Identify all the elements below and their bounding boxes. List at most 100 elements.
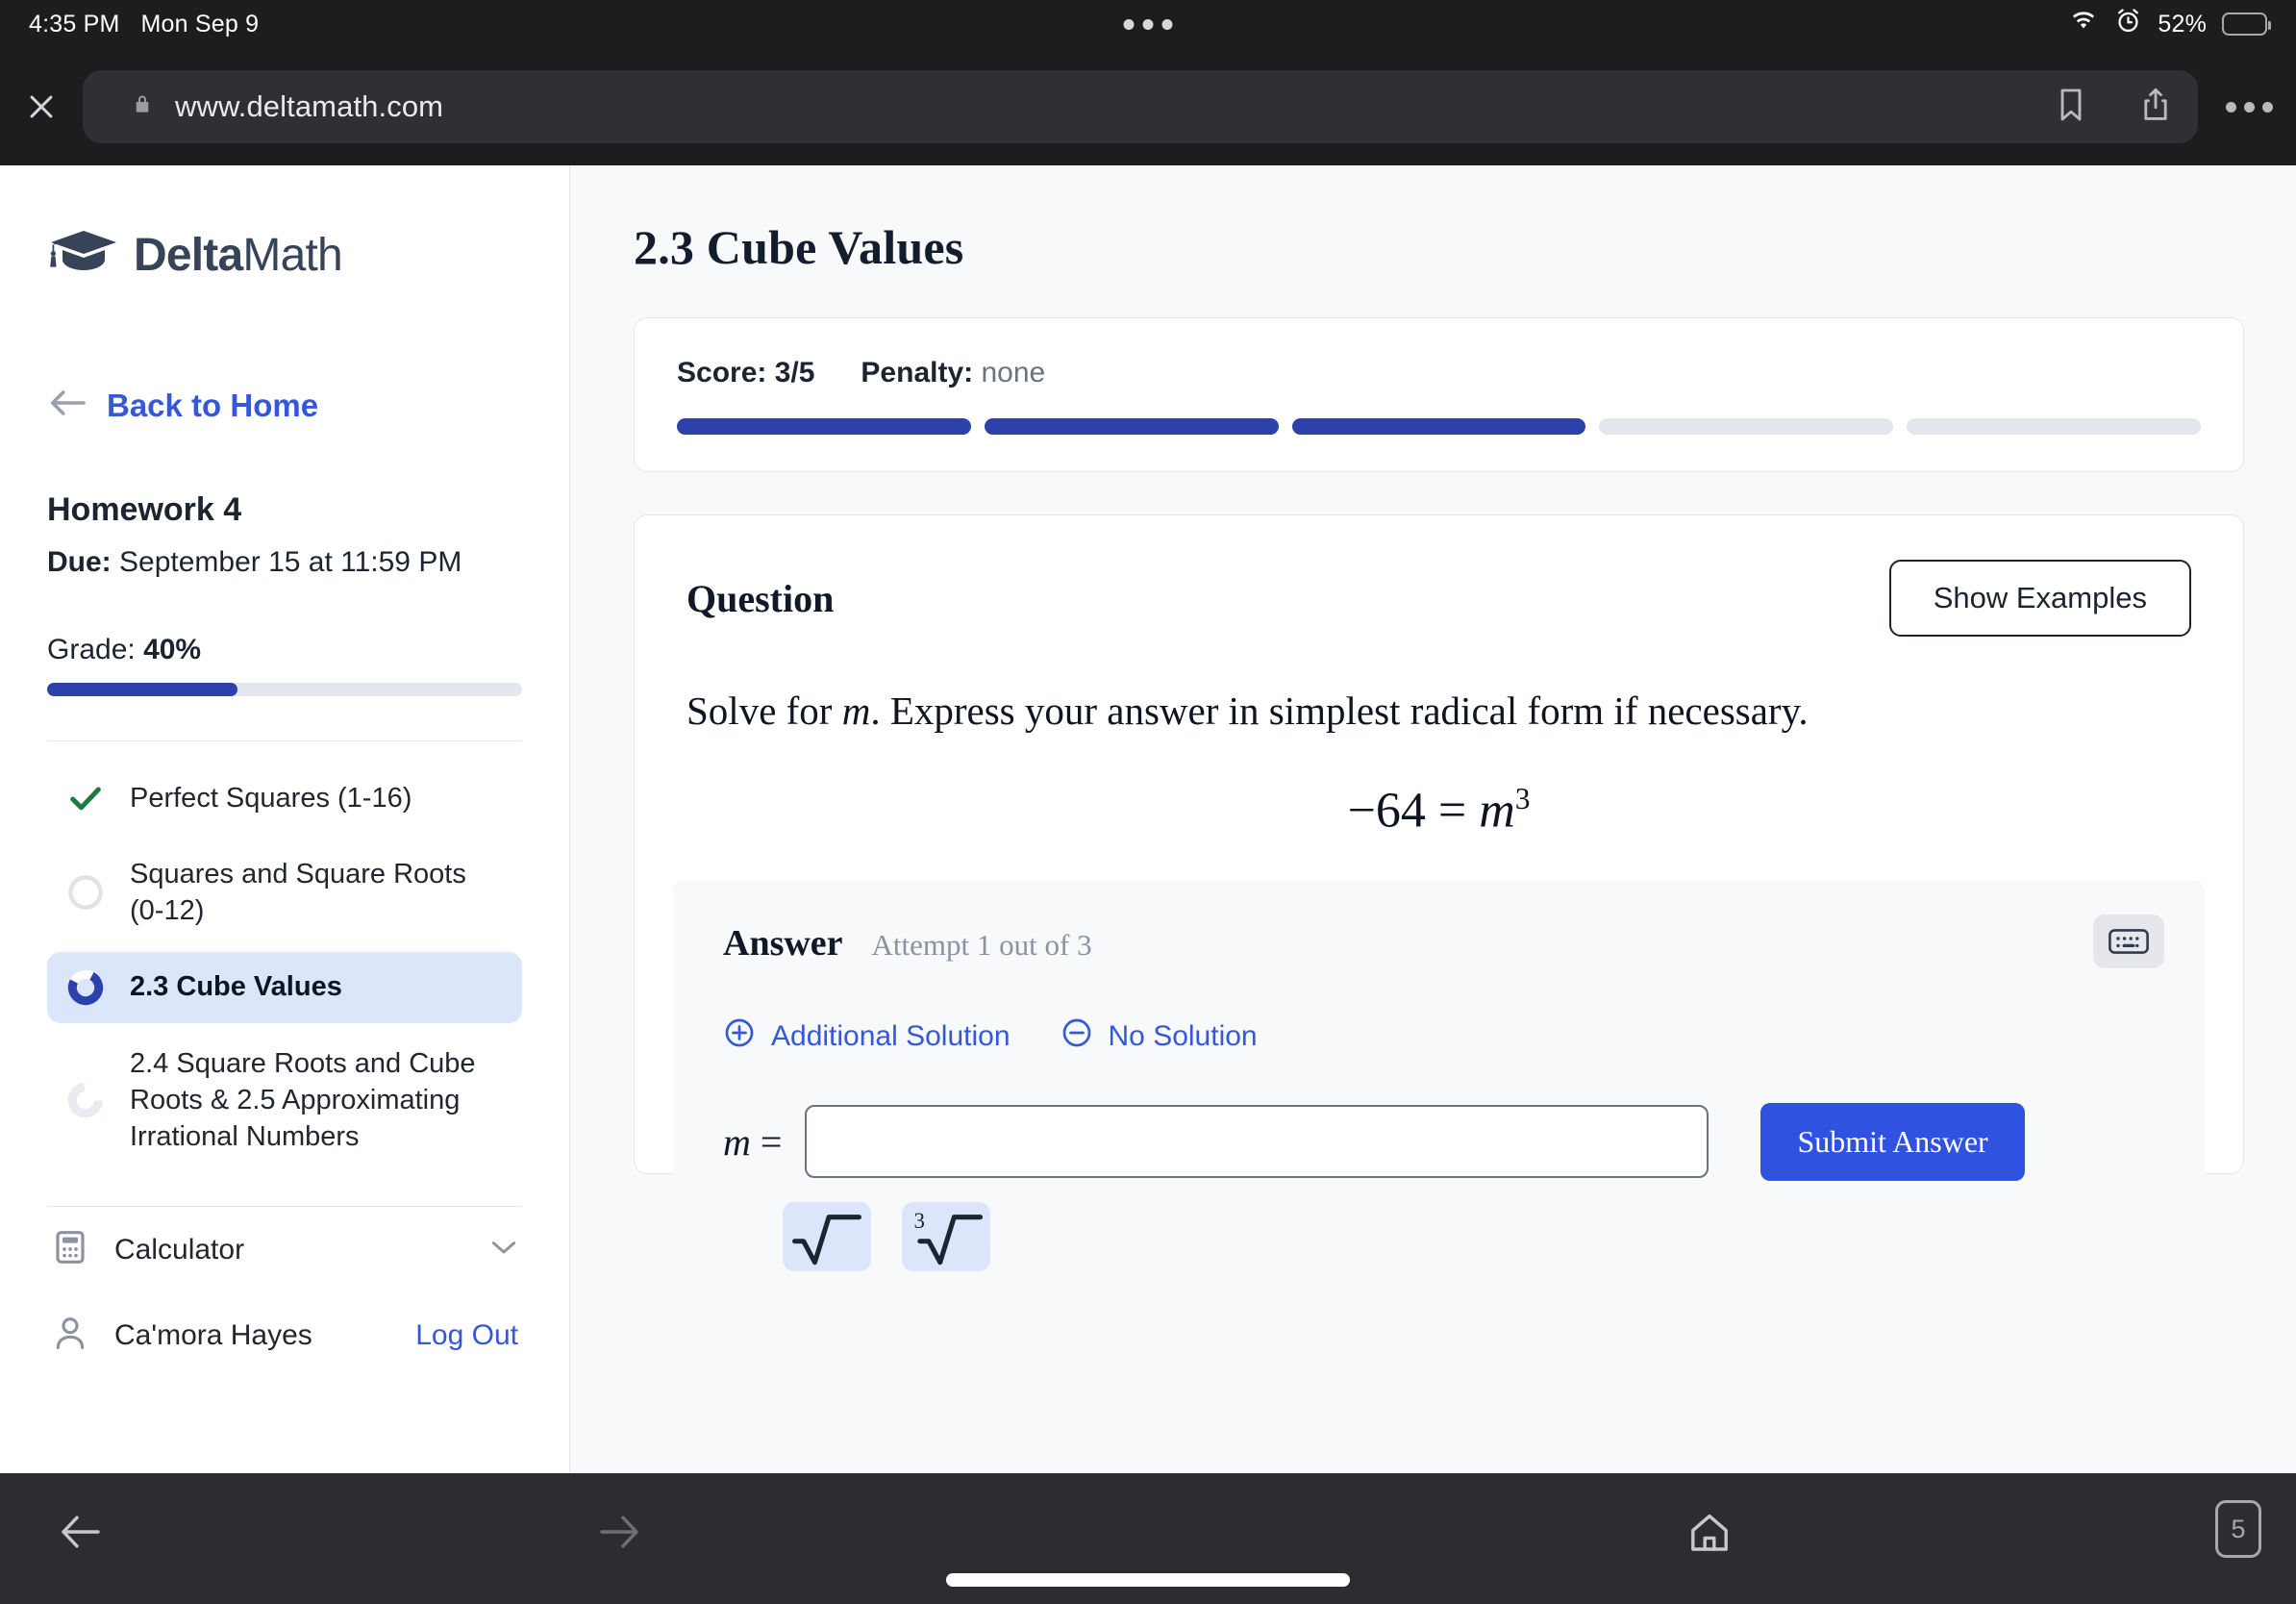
user-icon	[51, 1314, 89, 1357]
sidebar-item-perfect-squares[interactable]: Perfect Squares (1-16)	[47, 763, 522, 834]
minus-circle-icon	[1061, 1016, 1093, 1057]
logout-link[interactable]: Log Out	[415, 1319, 518, 1352]
dot	[1123, 18, 1135, 30]
equation-left: −64 =	[1347, 783, 1480, 839]
lock-icon	[131, 92, 154, 121]
sidebar: DeltaMath Back to Home Homework 4 Due: S…	[0, 165, 570, 1473]
svg-text:3: 3	[914, 1209, 926, 1233]
status-bar-right: 52%	[2068, 7, 2271, 41]
score-row: Score: 3/5 Penalty: none	[677, 357, 2201, 389]
empty-circle-icon	[64, 873, 107, 912]
ios-status-bar: 4:35 PM Mon Sep 9 52%	[0, 0, 2296, 48]
wifi-icon	[2068, 10, 2099, 39]
penalty-text: Penalty: none	[861, 357, 1045, 389]
answer-panel: Answer Attempt 1 out of 3 Additional Sol…	[673, 879, 2205, 1310]
cube-root-button[interactable]: 3	[902, 1201, 990, 1271]
dot	[1161, 18, 1173, 30]
question-equation: −64 = m3	[686, 782, 2191, 839]
multitask-dots[interactable]	[1123, 18, 1173, 30]
more-options-icon[interactable]	[2215, 70, 2283, 143]
tab-count-button[interactable]: 5	[2215, 1500, 2261, 1558]
alarm-clock-icon	[2114, 7, 2142, 41]
dot	[2243, 101, 2255, 113]
status-date: Mon Sep 9	[140, 10, 260, 38]
sidebar-divider	[47, 740, 522, 741]
close-icon[interactable]	[12, 77, 71, 137]
answer-input[interactable]	[805, 1105, 1710, 1179]
no-solution-label: No Solution	[1108, 1019, 1258, 1052]
prompt-before: Solve for	[686, 689, 842, 733]
plus-circle-icon	[723, 1016, 756, 1057]
radical-buttons-row: 3	[783, 1201, 2155, 1271]
question-header: Question Show Examples	[686, 560, 2191, 637]
sidebar-item-square-cube-roots[interactable]: 2.4 Square Roots and Cube Roots & 2.5 Ap…	[47, 1029, 522, 1172]
show-examples-button[interactable]: Show Examples	[1888, 560, 2191, 637]
deltamath-logo[interactable]: DeltaMath	[47, 225, 522, 286]
url-text: www.deltamath.com	[175, 89, 444, 123]
progress-segment	[984, 418, 1279, 435]
homework-title: Homework 4	[47, 491, 242, 528]
home-icon[interactable]	[1652, 1498, 1767, 1566]
logo-math: Math	[242, 230, 342, 281]
sidebar-item-label: Squares and Square Roots (0-12)	[130, 859, 466, 927]
battery-icon	[2222, 13, 2271, 36]
sidebar-item-label: Perfect Squares (1-16)	[130, 782, 412, 814]
user-row: Ca'mora Hayes Log Out	[47, 1292, 522, 1378]
homework-due: Due: September 15 at 11:59 PM	[47, 546, 522, 579]
square-root-button[interactable]	[783, 1201, 871, 1271]
main-content: 2.3 Cube Values Score: 3/5 Penalty: none…	[570, 165, 2296, 1473]
logo-text: DeltaMath	[134, 229, 343, 282]
status-time: 4:35 PM	[29, 10, 120, 38]
grade-text: Grade: 40%	[47, 634, 522, 666]
prompt-variable: m	[841, 689, 871, 733]
calculator-label: Calculator	[114, 1233, 245, 1266]
grade-label: Grade:	[47, 634, 144, 665]
nav-forward-button[interactable]	[562, 1498, 677, 1566]
calculator-icon	[51, 1228, 89, 1271]
back-to-home-link[interactable]: Back to Home	[47, 387, 522, 424]
grade-value: 40%	[143, 634, 202, 665]
progress-segment	[677, 418, 971, 435]
sidebar-item-label: 2.3 Cube Values	[130, 971, 342, 1003]
equation-variable: m	[1479, 783, 1515, 839]
submit-answer-button[interactable]: Submit Answer	[1760, 1102, 2025, 1181]
attempt-text: Attempt 1 out of 3	[871, 927, 1092, 962]
address-bar-actions	[2054, 85, 2173, 130]
browser-bottom-bar: 5	[0, 1473, 2296, 1604]
no-solution-button[interactable]: No Solution	[1061, 1016, 1258, 1057]
sidebar-item-squares-square-roots[interactable]: Squares and Square Roots (0-12)	[47, 840, 522, 946]
answer-heading: Answer	[723, 922, 843, 964]
progress-segment	[1907, 418, 2201, 435]
sidebar-item-cube-values[interactable]: 2.3 Cube Values	[47, 951, 522, 1023]
score-text: Score: 3/5	[677, 357, 815, 388]
solution-options-row: Additional Solution No Solution	[723, 1016, 2155, 1057]
answer-input-row: m = Submit Answer	[723, 1102, 2155, 1181]
additional-solution-label: Additional Solution	[771, 1019, 1011, 1052]
answer-header: Answer Attempt 1 out of 3	[723, 922, 2155, 965]
back-to-home-label: Back to Home	[107, 387, 319, 423]
check-icon	[64, 779, 107, 817]
chevron-down-icon[interactable]	[489, 1238, 518, 1262]
question-card: Question Show Examples Solve for m. Expr…	[634, 514, 2244, 1310]
dot	[2261, 101, 2273, 113]
bookmark-icon[interactable]	[2054, 85, 2088, 130]
penalty-value: none	[973, 357, 1046, 388]
assignment-nav: Perfect Squares (1-16) Squares and Squar…	[47, 763, 522, 1177]
progress-segment	[1599, 418, 1894, 435]
keyboard-icon[interactable]	[2093, 914, 2164, 968]
address-bar[interactable]: www.deltamath.com	[83, 70, 2198, 143]
calculator-row[interactable]: Calculator	[47, 1207, 522, 1292]
progress-ring-icon	[64, 968, 107, 1007]
additional-solution-button[interactable]: Additional Solution	[723, 1016, 1011, 1057]
logo-delta: Delta	[134, 230, 243, 281]
score-card: Score: 3/5 Penalty: none	[634, 317, 2244, 472]
browser-toolbar: www.deltamath.com	[0, 48, 2296, 165]
user-name: Ca'mora Hayes	[114, 1318, 312, 1351]
answer-variable-label: m =	[723, 1119, 783, 1164]
status-bar-left: 4:35 PM Mon Sep 9	[0, 11, 259, 38]
nav-back-button[interactable]	[23, 1498, 138, 1566]
question-prompt: Solve for m. Express your answer in simp…	[686, 687, 2191, 736]
penalty-label: Penalty:	[861, 357, 974, 388]
progress-ring-icon	[64, 1081, 107, 1119]
share-icon[interactable]	[2138, 85, 2173, 130]
